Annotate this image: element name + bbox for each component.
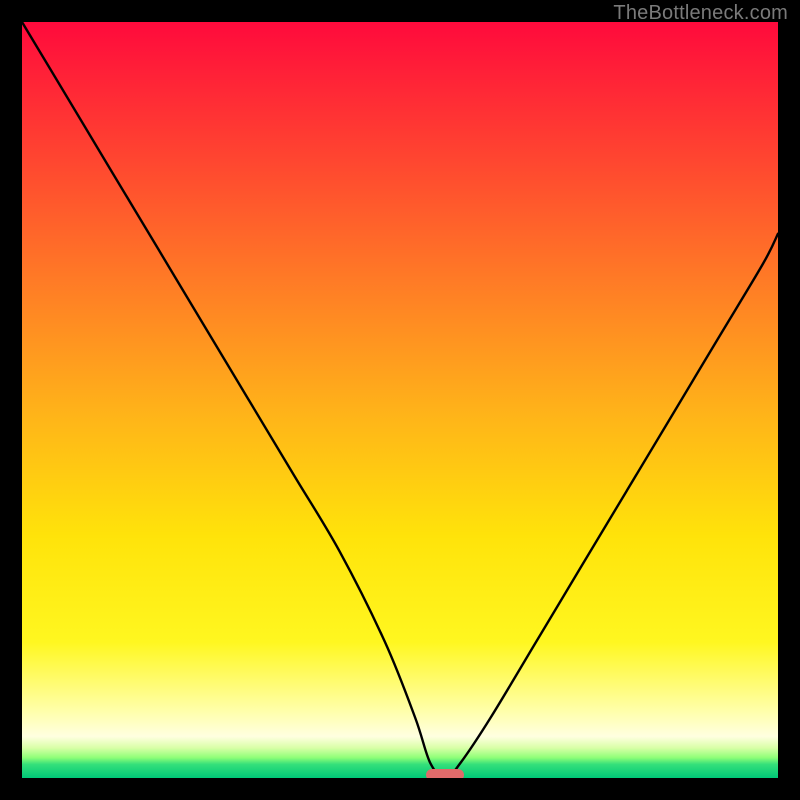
bottleneck-curve	[22, 22, 778, 778]
curve-path	[22, 22, 778, 778]
chart-area	[22, 22, 778, 778]
optimal-marker	[426, 769, 464, 778]
